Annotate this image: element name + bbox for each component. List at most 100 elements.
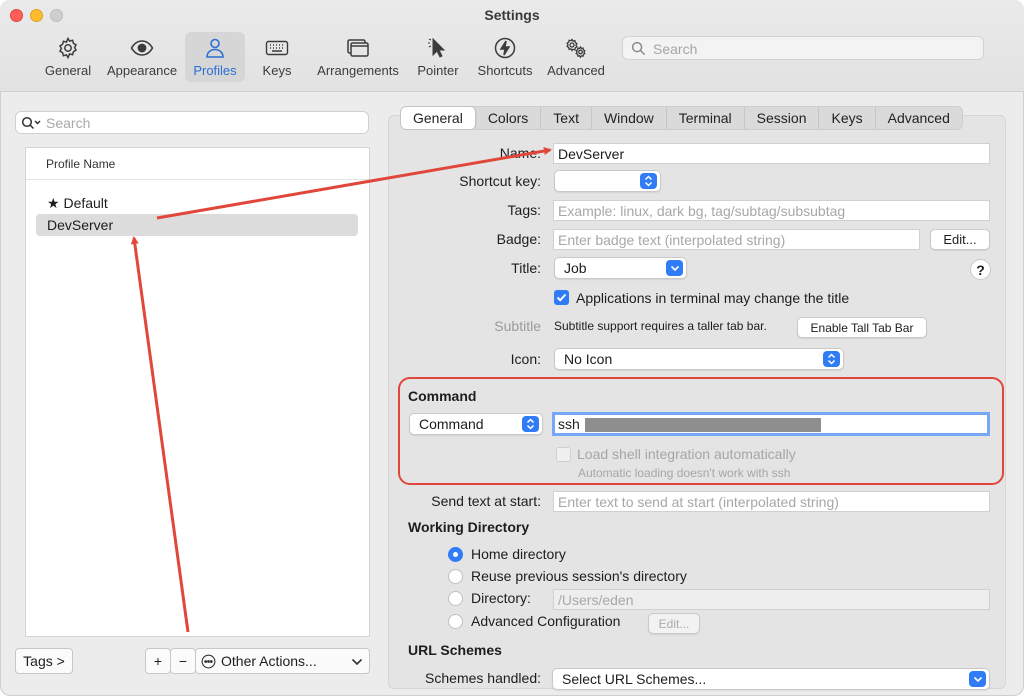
schemes-handled-label: Schemes handled:	[425, 670, 541, 686]
command-highlight-box	[398, 377, 1004, 485]
advanced-configuration-label: Advanced Configuration	[471, 613, 621, 629]
bolt-icon	[494, 37, 516, 59]
url-schemes-popup[interactable]: Select URL Schemes...	[552, 668, 990, 690]
chevron-down-icon	[351, 658, 363, 666]
window-title: Settings	[484, 7, 540, 23]
tags-button[interactable]: Tags >	[15, 648, 73, 674]
tab-advanced[interactable]: Advanced	[876, 107, 962, 129]
settings-search-field[interactable]: Search	[622, 36, 984, 60]
toolbar-appearance[interactable]: Appearance	[104, 32, 180, 82]
tab-general[interactable]: General	[401, 107, 476, 129]
toolbar-keys[interactable]: Keys	[254, 32, 300, 82]
toolbar-label: Profiles	[193, 63, 237, 78]
eye-icon	[130, 40, 154, 56]
badge-label: Badge:	[496, 231, 541, 247]
shortcut-key-popup[interactable]	[554, 170, 661, 192]
name-label: Name:	[499, 145, 541, 161]
profile-name: DevServer	[47, 217, 114, 233]
reuse-directory-radio[interactable]	[448, 569, 463, 584]
toolbar-advanced[interactable]: Advanced	[546, 32, 606, 82]
chevron-down-icon	[666, 260, 683, 276]
gear-icon	[59, 36, 77, 60]
url-schemes-heading: URL Schemes	[408, 642, 502, 658]
home-directory-radio[interactable]	[448, 547, 463, 562]
tab-keys[interactable]: Keys	[819, 107, 876, 129]
profile-list: Profile Name ★ Default DevServer	[25, 147, 370, 637]
help-button[interactable]: ?	[970, 259, 991, 280]
icon-value: No Icon	[564, 351, 613, 367]
name-field[interactable]: DevServer	[553, 143, 990, 164]
badge-field[interactable]: Enter badge text (interpolated string)	[553, 229, 920, 250]
title-popup[interactable]: Job	[554, 257, 687, 279]
toolbar-pointer[interactable]: Pointer	[413, 32, 463, 82]
toolbar-label: Appearance	[106, 63, 178, 78]
send-text-label: Send text at start:	[431, 493, 541, 509]
enable-tall-tab-bar-button[interactable]: Enable Tall Tab Bar	[797, 317, 927, 338]
tab-text[interactable]: Text	[541, 107, 592, 129]
search-placeholder: Search	[46, 115, 91, 131]
toolbar-label: Keys	[262, 63, 292, 78]
tab-colors[interactable]: Colors	[476, 107, 542, 129]
profile-search-field[interactable]: Search	[15, 111, 369, 134]
send-text-field[interactable]: Enter text to send at start (interpolate…	[553, 491, 990, 512]
keyboard-icon	[265, 40, 289, 56]
toolbar-label: Arrangements	[317, 63, 399, 78]
profile-tab-bar: General Colors Text Window Terminal Sess…	[400, 106, 963, 130]
toolbar-arrangements[interactable]: Arrangements	[314, 32, 402, 82]
tab-window[interactable]: Window	[592, 107, 667, 129]
badge-edit-button[interactable]: Edit...	[930, 229, 990, 250]
home-directory-label: Home directory	[471, 546, 566, 562]
tab-terminal[interactable]: Terminal	[667, 107, 745, 129]
directory-radio[interactable]	[448, 591, 463, 606]
subtitle-note: Subtitle support requires a taller tab b…	[554, 319, 767, 333]
chevron-down-icon	[969, 671, 986, 687]
shortcut-key-label: Shortcut key:	[459, 173, 541, 189]
url-schemes-value: Select URL Schemes...	[562, 671, 707, 687]
toolbar-label: Pointer	[417, 63, 459, 78]
subtitle-label: Subtitle	[494, 318, 541, 334]
updown-chevron-icon	[640, 173, 657, 189]
search-icon	[631, 41, 646, 56]
remove-profile-button[interactable]: −	[170, 648, 196, 674]
toolbar-shortcuts[interactable]: Shortcuts	[474, 32, 536, 82]
toolbar-label: Advanced	[547, 63, 605, 78]
title-bar: Settings General Appearance Profiles Key…	[0, 0, 1024, 92]
ellipsis-circle-icon	[201, 654, 216, 668]
settings-window: Settings General Appearance Profiles Key…	[0, 0, 1024, 696]
updown-chevron-icon	[823, 351, 840, 367]
star-icon: ★	[47, 195, 64, 211]
advanced-configuration-radio[interactable]	[448, 614, 463, 629]
toolbar-general[interactable]: General	[42, 32, 94, 82]
profile-name-column-header[interactable]: Profile Name	[26, 148, 369, 180]
toolbar-label: General	[44, 63, 92, 78]
advanced-configuration-edit-button[interactable]: Edit...	[648, 613, 700, 634]
profile-row-devserver[interactable]: DevServer	[36, 214, 358, 236]
person-icon	[206, 38, 224, 58]
windows-icon	[347, 39, 369, 57]
search-placeholder: Search	[653, 41, 698, 57]
other-actions-label: Other Actions...	[221, 653, 317, 669]
toolbar-profiles[interactable]: Profiles	[185, 32, 245, 82]
working-directory-heading: Working Directory	[408, 519, 530, 535]
directory-label: Directory:	[471, 590, 531, 606]
profile-row-default[interactable]: ★ Default	[36, 192, 358, 214]
checkmark-icon	[556, 293, 567, 302]
gears-icon	[566, 38, 586, 59]
cursor-icon	[428, 37, 446, 58]
reuse-directory-label: Reuse previous session's directory	[471, 568, 687, 584]
profile-name: Default	[63, 195, 108, 211]
directory-field[interactable]: /Users/eden	[553, 589, 990, 610]
tags-label: Tags:	[507, 202, 541, 218]
tags-field[interactable]: Example: linux, dark bg, tag/subtag/subs…	[553, 200, 990, 221]
icon-popup[interactable]: No Icon	[554, 348, 844, 370]
other-actions-menu[interactable]: Other Actions...	[195, 648, 370, 674]
apps-change-title-checkbox[interactable]	[554, 290, 569, 305]
add-profile-button[interactable]: +	[145, 648, 171, 674]
icon-label: Icon:	[510, 351, 541, 367]
title-value: Job	[564, 260, 587, 276]
tab-session[interactable]: Session	[745, 107, 820, 129]
search-icon	[21, 116, 41, 130]
title-label: Title:	[511, 260, 541, 276]
apps-change-title-label: Applications in terminal may change the …	[576, 290, 850, 306]
toolbar-label: Shortcuts	[477, 63, 533, 78]
